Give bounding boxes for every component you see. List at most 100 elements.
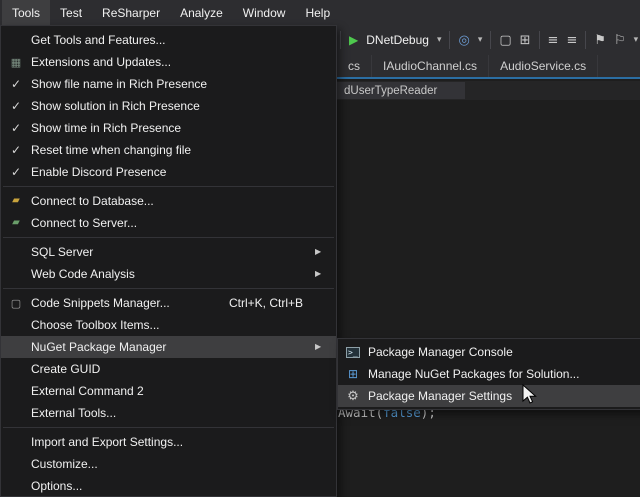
menu-item-label: Customize...: [31, 457, 98, 471]
tab-iaudiochannel[interactable]: IAudioChannel.cs: [372, 55, 489, 77]
bookmark-window-icon[interactable]: ⚐: [614, 34, 626, 47]
menu-item-options[interactable]: Options...: [1, 475, 336, 497]
menu-item-web-code-analysis[interactable]: Web Code Analysis ▶: [1, 263, 336, 285]
tools-menu-popup: Get Tools and Features... ▦ Extensions a…: [0, 25, 337, 497]
menu-item-import-and-export-settings[interactable]: Import and Export Settings...: [1, 431, 336, 453]
menu-item-label: Show solution in Rich Presence: [31, 99, 200, 113]
indent-icon[interactable]: ≡: [566, 34, 577, 47]
menu-help[interactable]: Help: [295, 0, 340, 25]
tab-label: IAudioChannel.cs: [383, 59, 477, 73]
toolbar-separator: [539, 31, 540, 49]
menu-item-label: Import and Export Settings...: [31, 435, 183, 449]
menu-item-get-tools-and-features[interactable]: Get Tools and Features...: [1, 29, 336, 51]
menu-item-label: Show time in Rich Presence: [31, 121, 181, 135]
toggle-bookmark-icon[interactable]: ⚑: [594, 34, 606, 47]
menu-resharper[interactable]: ReSharper: [92, 0, 170, 25]
run-configuration-label[interactable]: DNetDebug: [366, 33, 429, 47]
menu-window[interactable]: Window: [233, 0, 296, 25]
extensions-icon: ▦: [11, 57, 21, 68]
menu-item-label: Web Code Analysis: [31, 267, 135, 281]
toolbar-separator: [340, 31, 341, 49]
menu-separator: [3, 288, 334, 289]
menu-item-shortcut: Ctrl+K, Ctrl+B: [229, 296, 315, 310]
toolbar-separator: [585, 31, 586, 49]
menu-item-show-solution-in-rich-presence[interactable]: ✓ Show solution in Rich Presence: [1, 95, 336, 117]
menu-item-connect-to-database[interactable]: ▰ Connect to Database...: [1, 190, 336, 212]
gear-icon: ⚙: [347, 390, 359, 403]
submenu-item-package-manager-settings[interactable]: ⚙ Package Manager Settings: [338, 385, 640, 407]
menu-separator: [3, 427, 334, 428]
add-window-icon[interactable]: ⊞: [520, 34, 531, 47]
menu-separator: [3, 237, 334, 238]
console-icon: >_: [346, 347, 360, 358]
menu-item-label: Create GUID: [31, 362, 100, 376]
attach-to-process-icon[interactable]: ◎: [458, 34, 469, 47]
submenu-item-manage-nuget-packages-for-solution[interactable]: ⊞ Manage NuGet Packages for Solution...: [338, 363, 640, 385]
menu-item-label: Extensions and Updates...: [31, 55, 171, 69]
menu-item-label: Show file name in Rich Presence: [31, 77, 207, 91]
menu-item-external-tools[interactable]: External Tools...: [1, 402, 336, 424]
start-debug-icon[interactable]: ▶: [349, 34, 358, 46]
submenu-arrow-icon: ▶: [315, 270, 321, 278]
database-icon: ▰: [12, 196, 20, 206]
checkmark-icon: ✓: [11, 78, 21, 90]
menu-item-label: Manage NuGet Packages for Solution...: [368, 367, 579, 381]
toolbar-overflow-chevron-icon[interactable]: ▾: [634, 36, 639, 45]
breadcrumb-text: dUserTypeReader: [344, 85, 437, 97]
menu-item-label: Options...: [31, 479, 82, 493]
package-icon: ⊞: [348, 368, 358, 380]
run-configuration-chevron-icon[interactable]: ▾: [437, 36, 442, 45]
toolbar-separator: [449, 31, 450, 49]
menu-item-label: Package Manager Settings: [368, 389, 512, 403]
menu-item-connect-to-server[interactable]: ▰ Connect to Server...: [1, 212, 336, 234]
menu-item-label: Connect to Database...: [31, 194, 154, 208]
menu-test[interactable]: Test: [50, 0, 92, 25]
tab-partial[interactable]: cs: [337, 55, 372, 77]
menu-item-sql-server[interactable]: SQL Server ▶: [1, 241, 336, 263]
menu-item-reset-time-when-changing-file[interactable]: ✓ Reset time when changing file: [1, 139, 336, 161]
new-window-icon[interactable]: ▢: [499, 34, 511, 47]
menu-item-code-snippets-manager[interactable]: ▢ Code Snippets Manager... Ctrl+K, Ctrl+…: [1, 292, 336, 314]
attach-chevron-icon[interactable]: ▾: [478, 36, 483, 45]
menu-item-customize[interactable]: Customize...: [1, 453, 336, 475]
checkmark-icon: ✓: [11, 166, 21, 178]
menu-item-label: Code Snippets Manager...: [31, 296, 170, 310]
menu-item-label: External Command 2: [31, 384, 144, 398]
menu-item-nuget-package-manager[interactable]: NuGet Package Manager ▶: [1, 336, 336, 358]
menu-item-label: Get Tools and Features...: [31, 33, 166, 47]
checkmark-icon: ✓: [11, 122, 21, 134]
menu-item-extensions-and-updates[interactable]: ▦ Extensions and Updates...: [1, 51, 336, 73]
tab-audioservice[interactable]: AudioService.cs: [489, 55, 598, 77]
checkmark-icon: ✓: [11, 100, 21, 112]
menu-item-choose-toolbox-items[interactable]: Choose Toolbox Items...: [1, 314, 336, 336]
menu-item-create-guid[interactable]: Create GUID: [1, 358, 336, 380]
menu-item-show-time-in-rich-presence[interactable]: ✓ Show time in Rich Presence: [1, 117, 336, 139]
outdent-icon[interactable]: ≡: [548, 34, 559, 47]
submenu-arrow-icon: ▶: [315, 343, 321, 351]
menu-item-enable-discord-presence[interactable]: ✓ Enable Discord Presence: [1, 161, 336, 183]
menu-item-label: SQL Server: [31, 245, 93, 259]
menu-item-show-file-name-in-rich-presence[interactable]: ✓ Show file name in Rich Presence: [1, 73, 336, 95]
menu-item-label: Enable Discord Presence: [31, 165, 166, 179]
submenu-item-package-manager-console[interactable]: >_ Package Manager Console: [338, 341, 640, 363]
breadcrumb-type-dropdown[interactable]: dUserTypeReader: [337, 82, 465, 99]
menu-item-label: External Tools...: [31, 406, 116, 420]
menu-item-external-command-2[interactable]: External Command 2: [1, 380, 336, 402]
menu-analyze[interactable]: Analyze: [170, 0, 233, 25]
nuget-submenu-popup: >_ Package Manager Console ⊞ Manage NuGe…: [337, 338, 640, 410]
menu-item-label: NuGet Package Manager: [31, 340, 166, 354]
menu-item-label: Choose Toolbox Items...: [31, 318, 160, 332]
mouse-cursor: [522, 384, 538, 406]
submenu-arrow-icon: ▶: [315, 248, 321, 256]
tab-label: cs: [348, 59, 360, 73]
menu-separator: [3, 186, 334, 187]
checkmark-icon: ✓: [11, 144, 21, 156]
server-icon: ▰: [12, 218, 20, 228]
menu-item-label: Connect to Server...: [31, 216, 137, 230]
code-snippets-icon: ▢: [11, 298, 21, 309]
toolbar-separator: [490, 31, 491, 49]
menu-item-label: Reset time when changing file: [31, 143, 191, 157]
menu-bar: Tools Test ReSharper Analyze Window Help: [0, 0, 640, 25]
menu-item-label: Package Manager Console: [368, 345, 513, 359]
menu-tools[interactable]: Tools: [2, 0, 50, 25]
